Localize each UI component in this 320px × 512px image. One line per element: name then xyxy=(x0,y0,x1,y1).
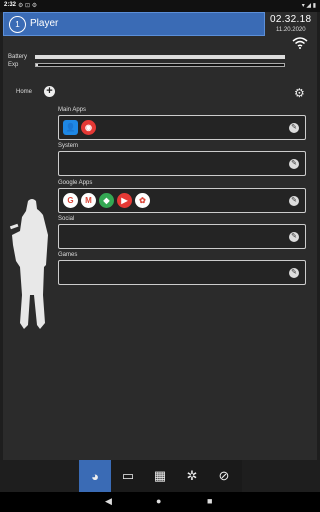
category-social[interactable]: ✎ xyxy=(58,224,306,249)
home-label: Home xyxy=(16,89,33,95)
settings-tab-icon[interactable]: ✲ xyxy=(176,460,208,492)
recents-icon[interactable]: ■ xyxy=(207,496,212,506)
maps-icon[interactable]: ◆ xyxy=(99,193,114,208)
edit-icon[interactable]: ✎ xyxy=(289,268,299,278)
bottom-tab-bar: ◕ ▭ ▦ ✲ ⊘ xyxy=(79,460,242,492)
photos-icon[interactable]: ✿ xyxy=(135,193,150,208)
gear-icon[interactable]: ⚙ xyxy=(294,86,305,100)
messages-tab-icon[interactable]: ▭ xyxy=(112,460,144,492)
android-nav-bar: ◀ ● ■ xyxy=(0,492,320,512)
system-icons: ▾ ◢ ▮ xyxy=(301,3,316,9)
category-label: Google Apps xyxy=(58,180,93,186)
chrome-icon[interactable]: ◉ xyxy=(81,120,96,135)
category-label: Games xyxy=(58,252,78,258)
battery-label: Battery xyxy=(8,54,28,60)
back-icon[interactable]: ◀ xyxy=(105,496,112,507)
exp-bar-fill xyxy=(36,64,39,66)
category-label: Social xyxy=(58,216,75,222)
category-google-apps[interactable]: G M ◆ ▶ ✿ ✎ xyxy=(58,188,306,213)
category-label: System xyxy=(58,143,79,149)
category-apps: G M ◆ ▶ ✿ xyxy=(63,193,150,208)
exp-bar xyxy=(35,63,285,67)
apps-tab-icon[interactable]: ▦ xyxy=(144,460,176,492)
edit-icon[interactable]: ✎ xyxy=(289,196,299,206)
tools-tab-icon[interactable]: ⊘ xyxy=(208,460,240,492)
category-label: Main Apps xyxy=(58,107,87,113)
edit-icon[interactable]: ✎ xyxy=(289,123,299,133)
add-category-button[interactable]: + xyxy=(44,86,55,97)
edit-icon[interactable]: ✎ xyxy=(289,232,299,242)
clock-date: 11.20.2020 xyxy=(276,27,306,33)
soldier-silhouette xyxy=(10,199,48,329)
gmail-icon[interactable]: M xyxy=(81,193,96,208)
home-tab-icon[interactable]: ◕ xyxy=(79,460,111,492)
google-icon[interactable]: G xyxy=(63,193,78,208)
category-main-apps[interactable]: 👤 ◉ ✎ xyxy=(58,115,306,140)
youtube-icon[interactable]: ▶ xyxy=(117,193,132,208)
status-time: 2:32 xyxy=(4,2,17,8)
player-header[interactable]: 1 Player xyxy=(3,12,265,36)
status-bar: 2:32 ⚙ ⊡ ⚙ ▾ ◢ ▮ xyxy=(0,0,320,12)
exp-label: Exp xyxy=(8,62,19,68)
notification-icons: ⚙ ⊡ ⚙ xyxy=(18,3,38,9)
category-system[interactable]: ✎ xyxy=(58,151,306,176)
level-badge: 1 xyxy=(9,16,26,33)
clock-time: 02.32.18 xyxy=(270,14,312,25)
home-button-icon[interactable]: ● xyxy=(156,496,161,506)
edit-icon[interactable]: ✎ xyxy=(289,159,299,169)
battery-bar xyxy=(35,55,285,59)
contacts-icon[interactable]: 👤 xyxy=(63,120,78,135)
category-games[interactable]: ✎ xyxy=(58,260,306,285)
player-name: Player xyxy=(30,18,59,29)
wifi-icon xyxy=(292,37,308,52)
category-apps: 👤 ◉ xyxy=(63,120,96,135)
